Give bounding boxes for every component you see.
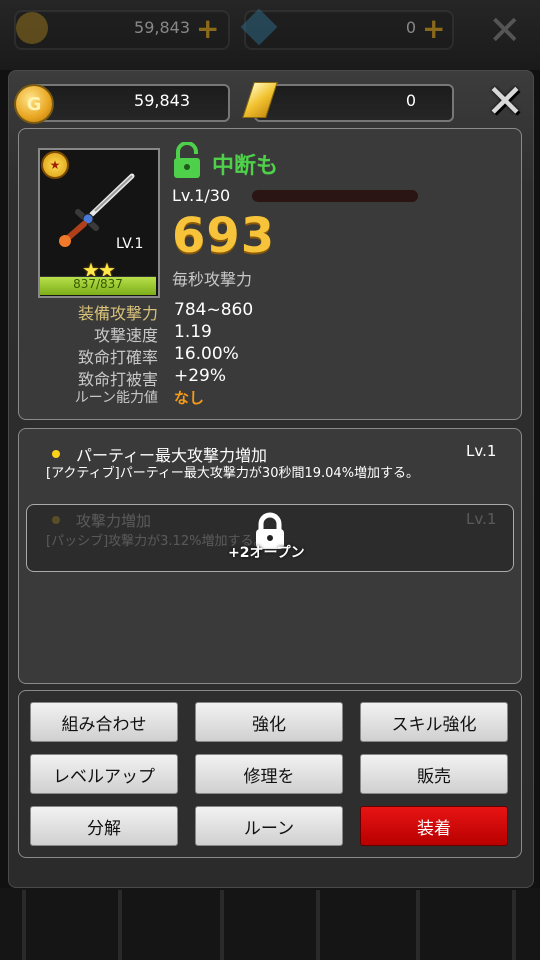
- level-up-button[interactable]: レベルアップ: [30, 754, 178, 794]
- background-footer: [0, 888, 540, 960]
- bg-gold-coin-icon: [16, 12, 48, 44]
- bg-divider: [416, 890, 420, 960]
- unlocked-icon[interactable]: [172, 142, 204, 182]
- bg-divider: [220, 890, 224, 960]
- repair-button[interactable]: 修理を: [195, 754, 343, 794]
- dps-value: 693: [172, 208, 276, 264]
- gold-coin-icon: G: [14, 84, 54, 124]
- bg-divider: [512, 890, 516, 960]
- stat-value-speed: 1.19: [174, 322, 212, 342]
- tier-badge-icon: ★: [41, 151, 69, 179]
- durability-text: 837/837: [73, 277, 123, 291]
- bg-close-icon: ✕: [488, 8, 522, 54]
- stat-value-crit-damage: +29%: [174, 366, 227, 386]
- unlock-requirement-text: +2オープン: [228, 545, 305, 561]
- rune-button[interactable]: ルーン: [195, 806, 343, 846]
- sell-button[interactable]: 販売: [360, 754, 508, 794]
- active-skill-description: [アクティブ]パーティー最大攻撃力が30秒間19.04%増加する。: [46, 466, 420, 481]
- skill-bullet-icon: [52, 450, 60, 458]
- combine-button[interactable]: 組み合わせ: [30, 702, 178, 742]
- stat-value-attack: 784~860: [174, 300, 254, 320]
- bg-divider: [316, 890, 320, 960]
- enhance-button[interactable]: 強化: [195, 702, 343, 742]
- item-level-badge: LV.1: [116, 236, 144, 252]
- stat-value-rune: なし: [174, 389, 205, 407]
- equip-button[interactable]: 装着: [360, 806, 508, 846]
- skill-enhance-button[interactable]: スキル強化: [360, 702, 508, 742]
- close-button[interactable]: ✕: [482, 78, 528, 124]
- stat-label-speed: 攻撃速度: [93, 326, 158, 345]
- stat-value-crit-rate: 16.00%: [174, 344, 239, 364]
- active-skill-title: パーティー最大攻撃力増加: [76, 446, 268, 465]
- crystal-value: 0: [405, 91, 416, 110]
- bg-divider: [22, 890, 26, 960]
- active-skill-level: Lv.1: [466, 442, 497, 460]
- exp-bar: [252, 190, 418, 202]
- dps-label: 毎秒攻撃力: [172, 270, 253, 289]
- bg-gem-value: 0: [405, 18, 416, 37]
- stat-label-crit-rate: 致命打確率: [77, 348, 158, 367]
- bg-gold-value: 59,843: [134, 18, 190, 37]
- bg-gold-plus-icon: +: [196, 12, 220, 45]
- stat-label-rune: ルーン能力値: [74, 390, 158, 406]
- disassemble-button[interactable]: 分解: [30, 806, 178, 846]
- crystal-currency-box: [254, 84, 454, 122]
- gold-value: 59,843: [134, 91, 190, 110]
- item-level-text: Lv.1/30: [172, 186, 231, 205]
- bg-gem-plus-icon: +: [422, 12, 446, 45]
- stat-label-attack: 装備攻撃力: [77, 304, 158, 323]
- item-name: 中断も: [212, 154, 279, 179]
- bg-divider: [118, 890, 122, 960]
